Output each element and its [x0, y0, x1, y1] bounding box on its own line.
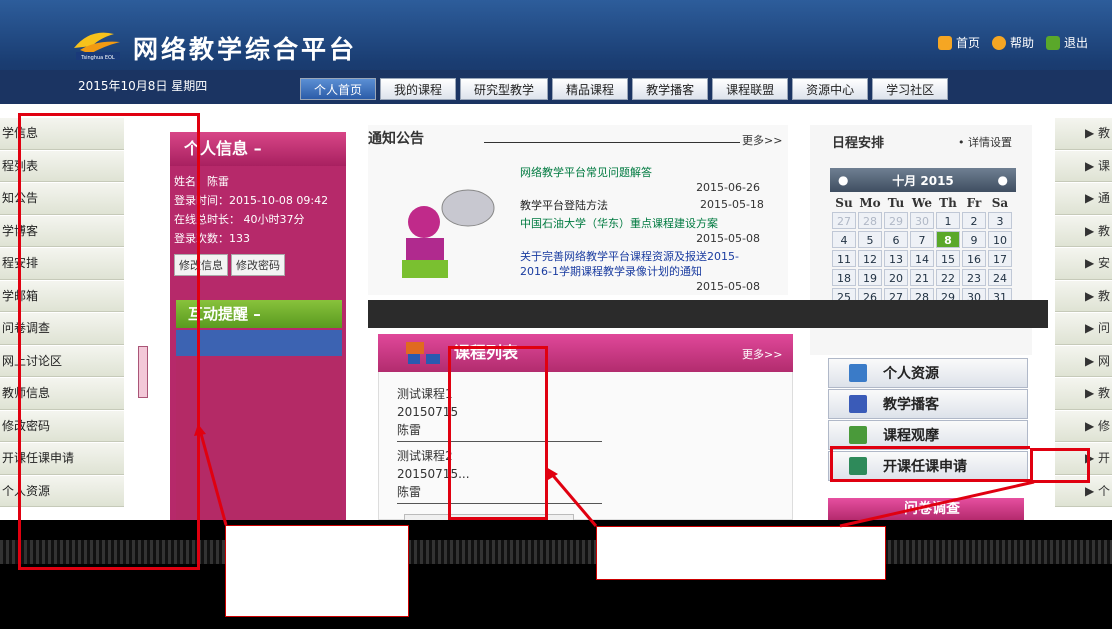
app-window: Tsinghua EOL 网络教学综合平台 首页 帮助 退出 2015年10月8… [0, 0, 1112, 629]
annotation-arrows [194, 424, 1035, 528]
arrow-to-course-box [548, 471, 598, 527]
arrow-to-application-box [839, 480, 1035, 528]
arrow-head-left [194, 424, 206, 436]
arrow-to-left-box [198, 429, 228, 526]
